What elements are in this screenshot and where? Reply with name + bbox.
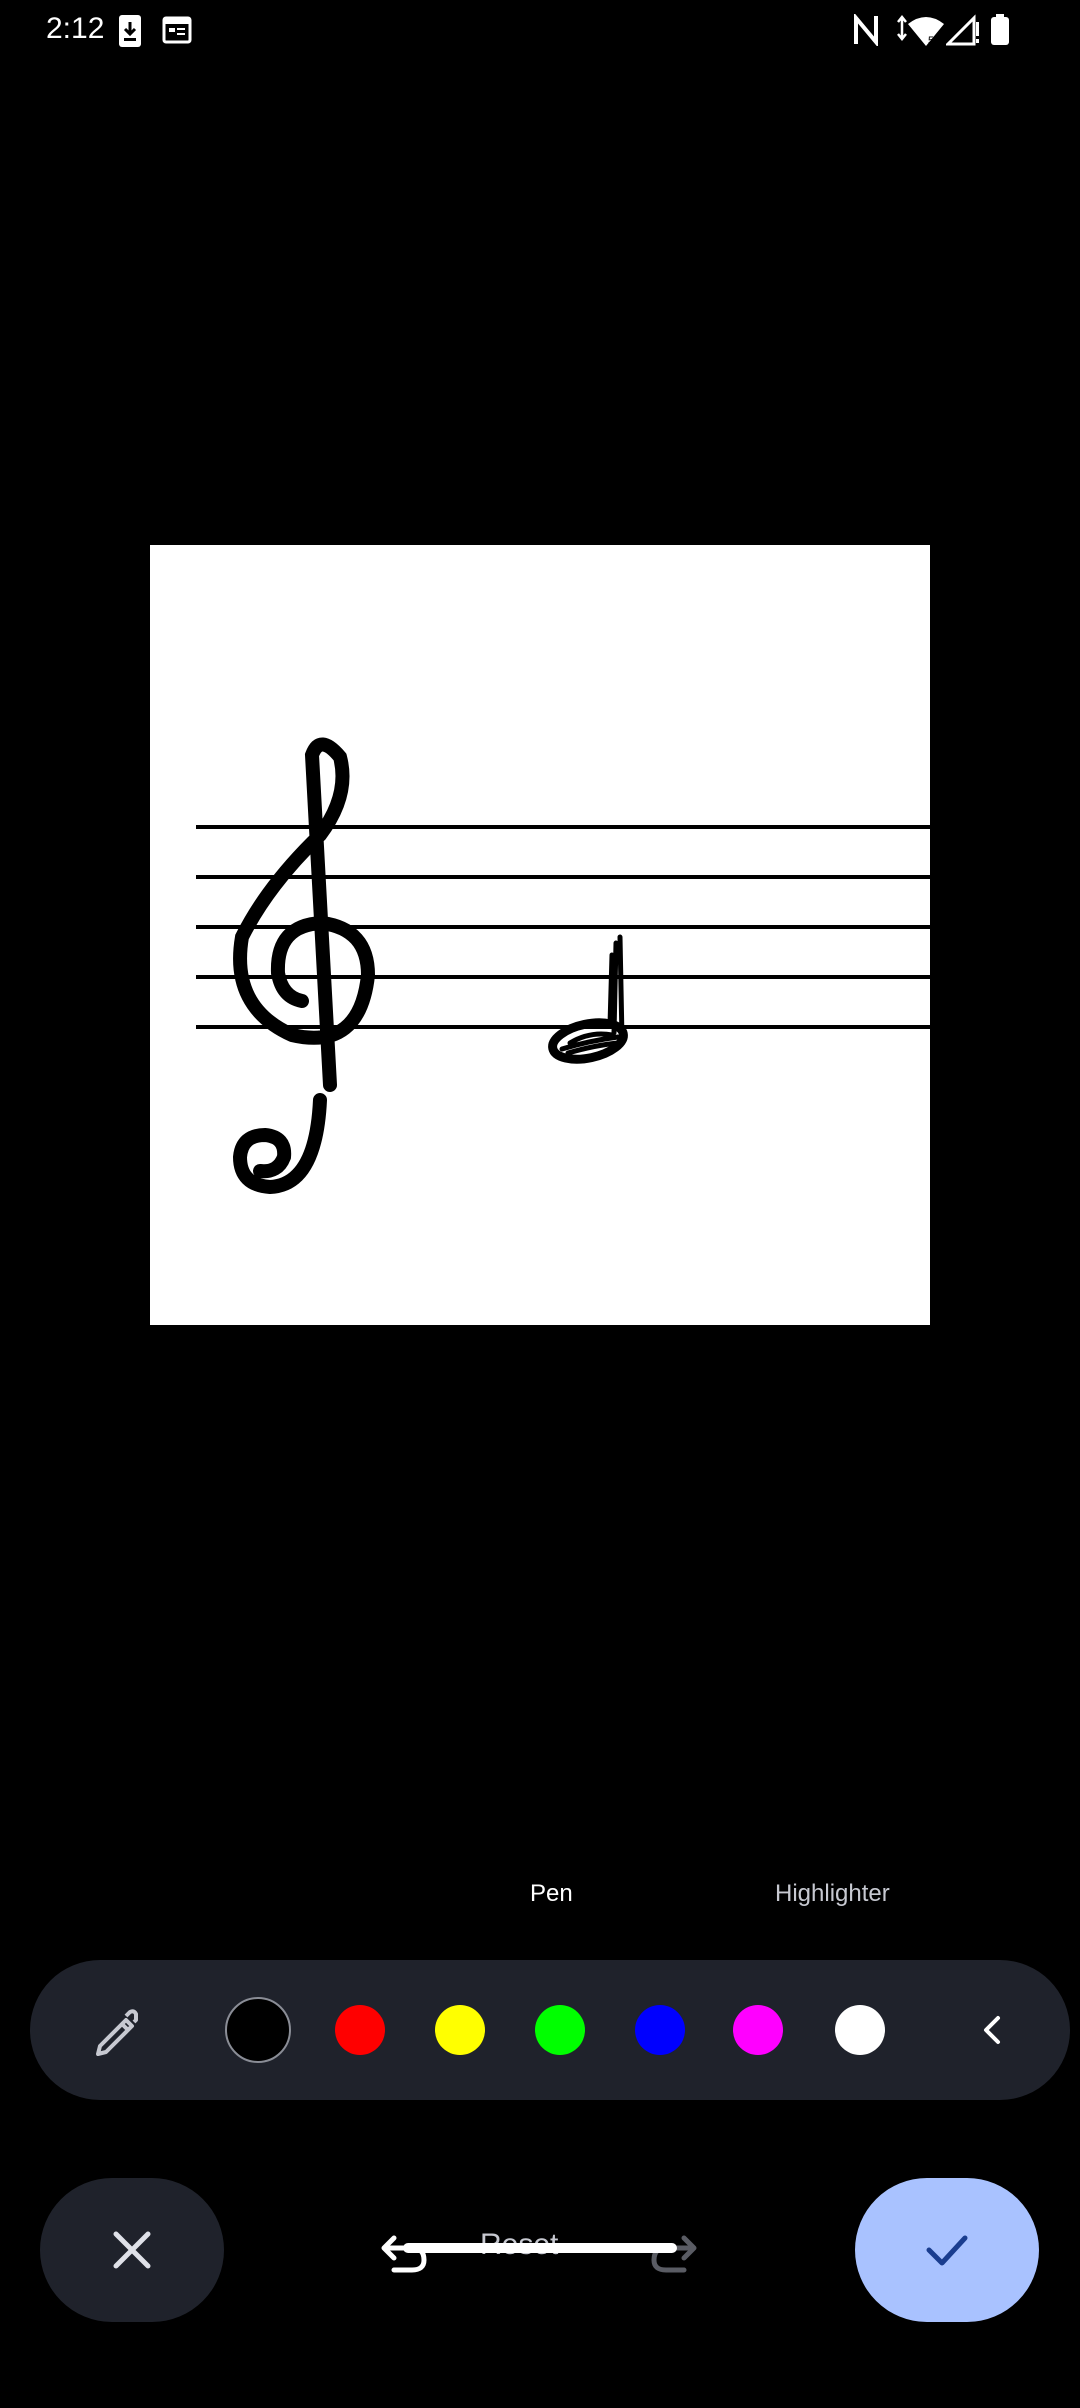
tab-pen[interactable]: Pen: [530, 1880, 573, 1908]
tab-highlighter[interactable]: Highlighter: [775, 1880, 890, 1908]
color-palette: [30, 1960, 1070, 2100]
signal-icon: [944, 14, 980, 51]
wifi-icon: 5: [894, 14, 944, 53]
color-swatch-blue[interactable]: [635, 2005, 685, 2055]
status-time: 2:12: [46, 12, 105, 45]
color-swatch-red[interactable]: [335, 2005, 385, 2055]
treble-clef-icon: [232, 737, 376, 1195]
close-icon: [113, 2231, 151, 2269]
cancel-button[interactable]: [40, 2178, 224, 2322]
download-icon: [118, 14, 142, 53]
color-swatch-magenta[interactable]: [733, 2005, 783, 2055]
color-swatch-yellow[interactable]: [435, 2005, 485, 2055]
status-bar: 2:12 5: [0, 0, 1080, 64]
hand-drawn-note: [548, 934, 628, 1064]
color-swatch-green[interactable]: [535, 2005, 585, 2055]
home-indicator[interactable]: [403, 2243, 677, 2253]
calendar-icon: [162, 14, 192, 49]
nfc-icon: [852, 12, 880, 51]
drawing-canvas[interactable]: [150, 545, 930, 1325]
confirm-button[interactable]: [855, 2178, 1039, 2322]
check-icon: [926, 2235, 968, 2266]
pen-icon[interactable]: [82, 1998, 146, 2062]
battery-icon: [990, 14, 1010, 51]
collapse-palette-button[interactable]: [960, 1998, 1024, 2062]
svg-text:5: 5: [928, 35, 934, 47]
color-swatch-black[interactable]: [225, 1997, 291, 2063]
color-swatch-white[interactable]: [835, 2005, 885, 2055]
